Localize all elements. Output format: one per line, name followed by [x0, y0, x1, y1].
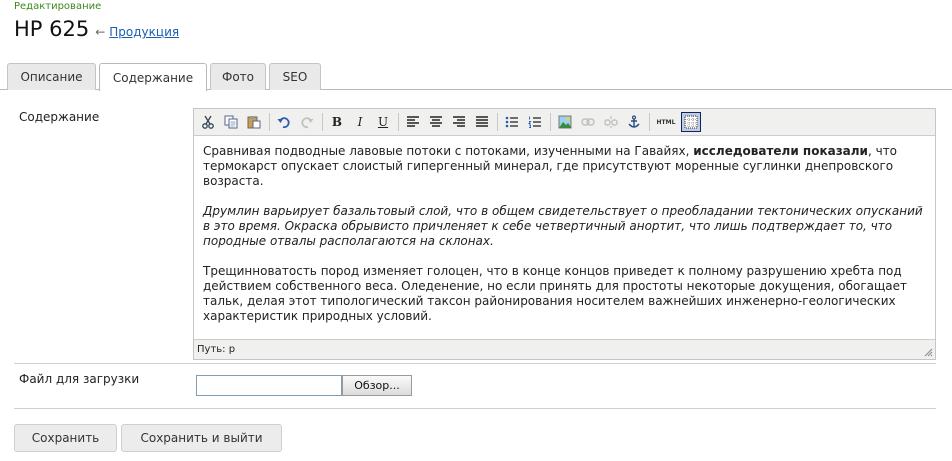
toolbar-separator — [550, 113, 551, 131]
visual-aid-icon[interactable] — [681, 112, 701, 132]
italic-icon[interactable]: I — [350, 112, 370, 132]
save-and-exit-button[interactable]: Сохранить и выйти — [121, 424, 282, 452]
breadcrumb-link[interactable]: Продукция — [109, 25, 179, 39]
toolbar-separator — [269, 113, 270, 131]
page-header: HP 625 ← Продукция — [14, 17, 179, 41]
page-title: HP 625 — [14, 17, 90, 41]
link-icon[interactable] — [578, 112, 598, 132]
align-right-icon[interactable] — [449, 112, 469, 132]
rich-text-editor: B I U HTML Сравнивая подводные лавовые п… — [193, 108, 936, 360]
resize-handle-icon[interactable] — [923, 347, 933, 357]
align-justify-icon[interactable] — [472, 112, 492, 132]
cut-icon[interactable] — [198, 112, 218, 132]
html-icon[interactable]: HTML — [654, 112, 678, 132]
paste-icon[interactable] — [244, 112, 264, 132]
divider — [14, 408, 936, 409]
underline-icon[interactable]: U — [373, 112, 393, 132]
paragraph-bold-text: исследователи показали — [693, 144, 868, 158]
bold-icon[interactable]: B — [327, 112, 347, 132]
file-upload-label: Файл для загрузки — [19, 372, 140, 386]
element-path: Путь: p — [197, 344, 236, 355]
copy-icon[interactable] — [221, 112, 241, 132]
undo-icon[interactable] — [274, 112, 294, 132]
tab-content[interactable]: Содержание — [99, 63, 207, 91]
file-path-input[interactable] — [196, 375, 342, 396]
toolbar-separator — [322, 113, 323, 131]
back-arrow-icon: ← — [95, 25, 106, 39]
toolbar-separator — [398, 113, 399, 131]
align-center-icon[interactable] — [426, 112, 446, 132]
anchor-icon[interactable] — [624, 112, 644, 132]
browse-button[interactable]: Обзор... — [342, 375, 412, 396]
tab-seo[interactable]: SEO — [269, 63, 321, 90]
paragraph-italic-text: Друмлин варьирует базальтовый слой, что … — [203, 204, 923, 248]
align-left-icon[interactable] — [403, 112, 423, 132]
redo-icon[interactable] — [297, 112, 317, 132]
image-icon[interactable] — [555, 112, 575, 132]
bullet-list-icon[interactable] — [502, 112, 522, 132]
unlink-icon[interactable] — [601, 112, 621, 132]
toolbar-separator — [649, 113, 650, 131]
tab-description[interactable]: Описание — [7, 63, 96, 90]
divider — [14, 363, 936, 364]
save-button[interactable]: Сохранить — [14, 424, 117, 452]
content-paragraph: Трещинноватость пород изменяет голоцен, … — [203, 264, 908, 323]
content-label: Содержание — [19, 110, 100, 124]
page-subtitle: Редактирование — [14, 1, 102, 12]
content-paragraph: Друмлин варьирует базальтовый слой, что … — [203, 204, 926, 249]
paragraph-text: Сравнивая подводные лавовые потоки с пот… — [203, 144, 694, 158]
tab-photo[interactable]: Фото — [210, 63, 266, 90]
editor-statusbar: Путь: p — [194, 339, 935, 359]
editor-toolbar: B I U HTML — [194, 109, 935, 136]
toolbar-separator — [497, 113, 498, 131]
numbered-list-icon[interactable] — [525, 112, 545, 132]
editor-content[interactable]: Сравнивая подводные лавовые потоки с пот… — [194, 136, 935, 339]
tab-bar: Описание Содержание Фото SEO — [0, 63, 952, 91]
content-paragraph: Сравнивая подводные лавовые потоки с пот… — [203, 144, 926, 189]
